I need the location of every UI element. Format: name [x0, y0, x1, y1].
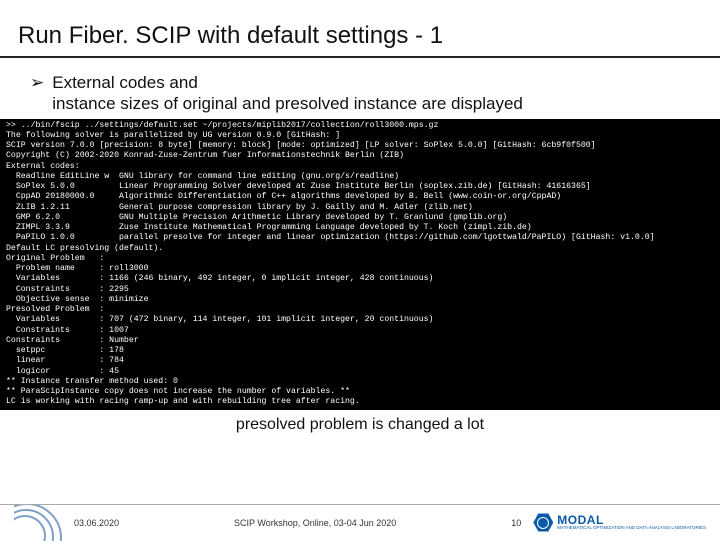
- bullet-item: ➢ External codes and instance sizes of o…: [30, 72, 698, 115]
- footer-page-number: 10: [511, 518, 521, 528]
- footer-center: SCIP Workshop, Online, 03-04 Jun 2020: [119, 518, 511, 528]
- bullet-text: External codes and instance sizes of ori…: [52, 72, 523, 115]
- slide-footer: 03.06.2020 SCIP Workshop, Online, 03-04 …: [0, 504, 720, 540]
- bullet-list: ➢ External codes and instance sizes of o…: [0, 66, 720, 119]
- bullet-line-2: instance sizes of original and presolved…: [52, 93, 523, 114]
- modal-logo: MODAL MATHEMATICAL OPTIMIZATION AND DATA…: [533, 513, 706, 533]
- slide-title: Run Fiber. SCIP with default settings - …: [0, 0, 720, 58]
- footer-date: 03.06.2020: [74, 518, 119, 528]
- modal-logo-text: MODAL MATHEMATICAL OPTIMIZATION AND DATA…: [557, 514, 706, 531]
- hexagon-icon: [533, 513, 553, 533]
- caption-text: presolved problem is changed a lot: [0, 410, 720, 434]
- bullet-line-1: External codes and: [52, 72, 523, 93]
- modal-logo-sub: MATHEMATICAL OPTIMIZATION AND DATA ANALY…: [557, 526, 706, 531]
- bullet-marker: ➢: [30, 72, 44, 115]
- arcs-logo-icon: [14, 505, 70, 541]
- terminal-output: >> ../bin/fscip ../settings/default.set …: [0, 119, 720, 410]
